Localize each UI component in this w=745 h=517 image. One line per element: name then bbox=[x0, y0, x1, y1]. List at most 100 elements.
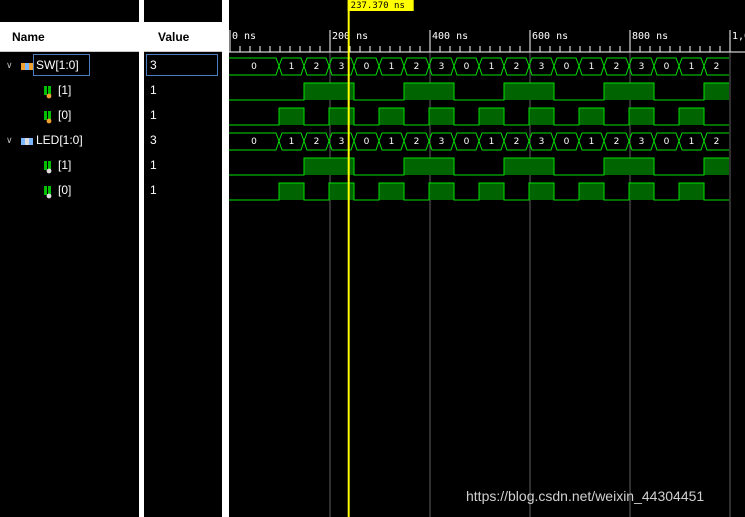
sw0-wave-high-fill bbox=[679, 108, 704, 125]
value-pane: Value 3 1 1 3 1 1 bbox=[144, 0, 222, 517]
sw1-wave-high-fill bbox=[604, 83, 629, 100]
led1-wave-high-fill bbox=[704, 158, 729, 175]
led0-wave-high-fill bbox=[379, 183, 404, 200]
led0-wave-high-fill bbox=[579, 183, 604, 200]
pane-splitter[interactable] bbox=[222, 0, 229, 517]
led-bus-value-label: 2 bbox=[614, 137, 620, 147]
collapse-arrow-icon[interactable]: ∨ bbox=[6, 53, 13, 77]
name-column-header[interactable]: Name bbox=[0, 22, 139, 52]
led1-wave-high-fill bbox=[404, 158, 429, 175]
value-row-led-bit0[interactable]: 1 bbox=[144, 178, 222, 202]
led1-wave-high-fill bbox=[529, 158, 554, 175]
waveform-canvas[interactable]: 0 ns 200 ns 400 ns 600 ns 800 ns 1,0 0 1 2 3 0 1 2 3 0… bbox=[229, 0, 745, 517]
sw0-wave-high-fill bbox=[279, 108, 304, 125]
sw-bus-value-label: 1 bbox=[489, 62, 495, 72]
signal-value: 3 bbox=[150, 58, 157, 72]
signal-row-sw-bit1[interactable]: [1] bbox=[0, 78, 139, 102]
led0-wave-high-fill bbox=[529, 183, 554, 200]
waveform-pane[interactable]: 0 ns 200 ns 400 ns 600 ns 800 ns 1,0 0 1 2 3 0 1 2 3 0… bbox=[229, 0, 745, 517]
signal-row-led-bit1[interactable]: [1] bbox=[0, 153, 139, 177]
sw0-wave-high-fill bbox=[429, 108, 454, 125]
signal-value: 1 bbox=[150, 83, 157, 97]
led1-wave-high-fill bbox=[429, 158, 454, 175]
ruler-tick-label: 0 ns bbox=[232, 31, 256, 42]
sw-bus-value-label: 3 bbox=[639, 62, 645, 72]
signal-value: 1 bbox=[150, 183, 157, 197]
signal-name-led: LED[1:0] bbox=[36, 133, 83, 147]
sw0-wave-high-fill bbox=[629, 108, 654, 125]
signal-name-sw-1: [1] bbox=[58, 83, 72, 97]
led0-wave-high-fill bbox=[679, 183, 704, 200]
collapse-arrow-icon[interactable]: ∨ bbox=[6, 128, 13, 152]
sw1-wave-high-fill bbox=[629, 83, 654, 100]
led-bus-value-label: 0 bbox=[464, 137, 470, 147]
led-bus-value-label: 2 bbox=[314, 137, 320, 147]
led-bus-value-label: 3 bbox=[539, 137, 545, 147]
led-bus-value-label: 0 bbox=[664, 137, 670, 147]
sw-bus-value-label: 2 bbox=[614, 62, 620, 72]
led-bus-value-label: 2 bbox=[414, 137, 420, 147]
ruler-tick-label: 800 ns bbox=[632, 31, 668, 42]
sw-bus-value-label: 2 bbox=[414, 62, 420, 72]
led-bus-value-label: 1 bbox=[689, 137, 695, 147]
signal-row-sw-bit0[interactable]: [0] bbox=[0, 103, 139, 127]
led0-wave-trace bbox=[229, 182, 729, 201]
signal-row-sw[interactable]: ∨ SW[1:0] bbox=[0, 53, 139, 77]
sw-bus-value-label: 0 bbox=[364, 62, 370, 72]
sw-bus-value-label: 1 bbox=[589, 62, 595, 72]
value-row-sw-bit0[interactable]: 1 bbox=[144, 103, 222, 127]
value-column-header[interactable]: Value bbox=[144, 22, 222, 52]
sw0-wave-high-fill bbox=[479, 108, 504, 125]
led-bus-value-label: 2 bbox=[714, 137, 720, 147]
signal-value: 1 bbox=[150, 108, 157, 122]
sw-bus-value-label: 2 bbox=[314, 62, 320, 72]
sw0-wave-high-fill bbox=[529, 108, 554, 125]
led1-wave-high-fill bbox=[329, 158, 354, 175]
value-row-led[interactable]: 3 bbox=[144, 128, 222, 152]
sw-bus-value-label: 2 bbox=[514, 62, 520, 72]
signal-row-led[interactable]: ∨ LED[1:0] bbox=[0, 128, 139, 152]
sw1-wave-high-fill bbox=[529, 83, 554, 100]
sw-bus-value-label: 1 bbox=[389, 62, 395, 72]
sw0-wave-high-fill bbox=[379, 108, 404, 125]
led-bus-value-label: 3 bbox=[639, 137, 645, 147]
led0-wave-high-fill bbox=[429, 183, 454, 200]
sw1-wave-high-fill bbox=[704, 83, 729, 100]
signal-row-led-bit0[interactable]: [0] bbox=[0, 178, 139, 202]
sw1-wave-high-fill bbox=[304, 83, 329, 100]
signal-name-sw-0: [0] bbox=[58, 108, 72, 122]
sw-bus-value-label: 2 bbox=[714, 62, 720, 72]
ruler-tick-label: 400 ns bbox=[432, 31, 468, 42]
led-bus-value-label: 3 bbox=[339, 137, 345, 147]
cursor-time-label: 237.370 ns bbox=[351, 1, 405, 11]
led-bus-value-label: 1 bbox=[289, 137, 295, 147]
led0-wave-high-fill bbox=[629, 183, 654, 200]
sw1-wave-trace bbox=[229, 82, 729, 101]
sw-bus-value-label: 0 bbox=[251, 62, 257, 72]
signal-name-sw: SW[1:0] bbox=[36, 58, 79, 72]
sw1-wave-high-fill bbox=[404, 83, 429, 100]
sw0-wave-trace bbox=[229, 107, 729, 126]
led-bus-value-label: 1 bbox=[489, 137, 495, 147]
value-row-led-bit1[interactable]: 1 bbox=[144, 153, 222, 177]
value-row-sw-bit1[interactable]: 1 bbox=[144, 78, 222, 102]
value-row-sw[interactable]: 3 bbox=[144, 53, 222, 77]
sw-bus-value-label: 3 bbox=[339, 62, 345, 72]
ruler-tick-label: 600 ns bbox=[532, 31, 568, 42]
led-bus-value-label: 0 bbox=[251, 137, 257, 147]
led0-wave-high-fill bbox=[279, 183, 304, 200]
led-bus-value-label: 0 bbox=[564, 137, 570, 147]
led1-wave-trace bbox=[229, 157, 729, 176]
signal-value: 1 bbox=[150, 158, 157, 172]
ruler-tick-label: 1,0 bbox=[732, 31, 745, 42]
sw1-wave-high-fill bbox=[504, 83, 529, 100]
sw0-wave-high-fill bbox=[329, 108, 354, 125]
name-pane: Name ∨ SW[1:0] [1] [0] ∨ LED[1:0] [1] [0… bbox=[0, 0, 139, 517]
led1-wave-high-fill bbox=[604, 158, 629, 175]
watermark: https://blog.csdn.net/weixin_44304451 bbox=[466, 488, 705, 504]
ruler-tick-label: 200 ns bbox=[332, 31, 368, 42]
led-bus-value-label: 1 bbox=[589, 137, 595, 147]
sw1-wave-high-fill bbox=[429, 83, 454, 100]
sw-bus-value-label: 0 bbox=[464, 62, 470, 72]
sw-bus-value-label: 0 bbox=[664, 62, 670, 72]
